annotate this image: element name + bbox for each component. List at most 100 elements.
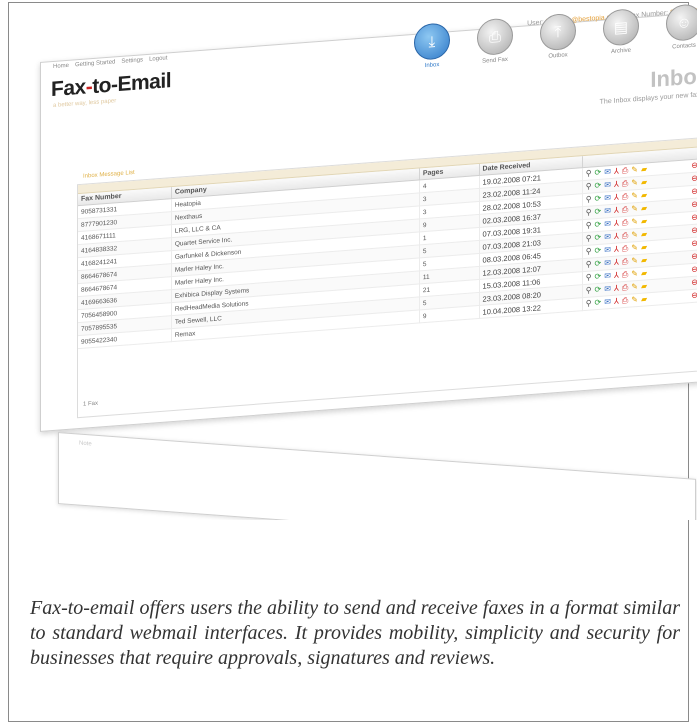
folder-icon[interactable]: ▰ bbox=[641, 190, 647, 200]
refresh-icon[interactable]: ⟳ bbox=[595, 272, 602, 283]
pdf-icon[interactable]: ⅄ bbox=[614, 296, 619, 306]
refresh-icon[interactable]: ⟳ bbox=[595, 168, 602, 179]
edit-icon[interactable]: ✎ bbox=[631, 282, 638, 293]
refresh-icon[interactable]: ⟳ bbox=[595, 233, 602, 244]
refresh-icon[interactable]: ⟳ bbox=[595, 246, 602, 257]
print-icon[interactable]: ⎙ bbox=[622, 296, 628, 306]
delete-icon[interactable]: ⊖ bbox=[691, 252, 697, 263]
refresh-icon[interactable]: ⟳ bbox=[595, 259, 602, 270]
delete-icon[interactable]: ⊖ bbox=[691, 187, 697, 198]
print-icon[interactable]: ⎙ bbox=[622, 231, 628, 241]
delete-icon[interactable]: ⊖ bbox=[691, 213, 697, 224]
view-icon[interactable]: ⚲ bbox=[586, 182, 592, 192]
toolbar-button-outbox[interactable]: ⤒ Outbox bbox=[533, 12, 583, 61]
pdf-icon[interactable]: ⅄ bbox=[614, 166, 619, 176]
folder-icon[interactable]: ▰ bbox=[641, 268, 647, 278]
nav-link[interactable]: Getting Started bbox=[75, 59, 115, 68]
delete-icon[interactable]: ⊖ bbox=[691, 278, 697, 289]
view-icon[interactable]: ⚲ bbox=[586, 195, 592, 205]
refresh-icon[interactable]: ⟳ bbox=[595, 220, 602, 231]
print-icon[interactable]: ⎙ bbox=[622, 270, 628, 280]
mail-icon[interactable]: ✉ bbox=[604, 219, 611, 230]
folder-icon[interactable]: ▰ bbox=[641, 294, 647, 304]
view-icon[interactable]: ⚲ bbox=[586, 208, 592, 218]
mail-icon[interactable]: ✉ bbox=[604, 258, 611, 269]
refresh-icon[interactable]: ⟳ bbox=[595, 298, 602, 309]
toolbar-button-archive[interactable]: ▤ Archive bbox=[596, 7, 646, 56]
delete-icon[interactable]: ⊖ bbox=[691, 291, 697, 302]
folder-icon[interactable]: ▰ bbox=[641, 255, 647, 265]
edit-icon[interactable]: ✎ bbox=[631, 295, 638, 306]
print-icon[interactable]: ⎙ bbox=[622, 244, 628, 254]
delete-icon[interactable]: ⊖ bbox=[691, 265, 697, 276]
pdf-icon[interactable]: ⅄ bbox=[614, 244, 619, 254]
folder-icon[interactable]: ▰ bbox=[641, 242, 647, 252]
mail-icon[interactable]: ✉ bbox=[604, 193, 611, 204]
mail-icon[interactable]: ✉ bbox=[604, 167, 611, 178]
mail-icon[interactable]: ✉ bbox=[604, 180, 611, 191]
delete-icon[interactable]: ⊖ bbox=[691, 239, 697, 250]
print-icon[interactable]: ⎙ bbox=[622, 192, 628, 202]
pdf-icon[interactable]: ⅄ bbox=[614, 270, 619, 280]
toolbar-button-label: Archive bbox=[610, 47, 631, 56]
toolbar-button-inbox[interactable]: ⤓ Inbox bbox=[407, 22, 457, 71]
view-icon[interactable]: ⚲ bbox=[586, 273, 592, 283]
print-icon[interactable]: ⎙ bbox=[622, 283, 628, 293]
pdf-icon[interactable]: ⅄ bbox=[614, 192, 619, 202]
pdf-icon[interactable]: ⅄ bbox=[614, 283, 619, 293]
view-icon[interactable]: ⚲ bbox=[586, 286, 592, 296]
edit-icon[interactable]: ✎ bbox=[631, 178, 638, 189]
view-icon[interactable]: ⚲ bbox=[586, 260, 592, 270]
view-icon[interactable]: ⚲ bbox=[586, 299, 592, 309]
refresh-icon[interactable]: ⟳ bbox=[595, 194, 602, 205]
delete-icon[interactable]: ⊖ bbox=[691, 174, 697, 185]
folder-icon[interactable]: ▰ bbox=[641, 281, 647, 291]
refresh-icon[interactable]: ⟳ bbox=[595, 285, 602, 296]
pdf-icon[interactable]: ⅄ bbox=[614, 231, 619, 241]
folder-icon[interactable]: ▰ bbox=[641, 164, 647, 174]
view-icon[interactable]: ⚲ bbox=[586, 234, 592, 244]
print-icon[interactable]: ⎙ bbox=[622, 179, 628, 189]
mail-icon[interactable]: ✉ bbox=[604, 206, 611, 217]
delete-icon[interactable]: ⊖ bbox=[691, 161, 697, 172]
mail-icon[interactable]: ✉ bbox=[604, 284, 611, 295]
edit-icon[interactable]: ✎ bbox=[631, 269, 638, 280]
secondary-panel-hint: Note bbox=[79, 440, 92, 448]
refresh-icon[interactable]: ⟳ bbox=[595, 207, 602, 218]
edit-icon[interactable]: ✎ bbox=[631, 217, 638, 228]
print-icon[interactable]: ⎙ bbox=[622, 205, 628, 215]
edit-icon[interactable]: ✎ bbox=[631, 243, 638, 254]
pdf-icon[interactable]: ⅄ bbox=[614, 257, 619, 267]
pdf-icon[interactable]: ⅄ bbox=[614, 218, 619, 228]
folder-icon[interactable]: ▰ bbox=[641, 229, 647, 239]
toolbar-button-send-fax[interactable]: ⎙ Send Fax bbox=[470, 17, 520, 66]
folder-icon[interactable]: ▰ bbox=[641, 177, 647, 187]
view-icon[interactable]: ⚲ bbox=[586, 221, 592, 231]
folder-icon[interactable]: ▰ bbox=[641, 203, 647, 213]
view-icon[interactable]: ⚲ bbox=[586, 169, 592, 179]
delete-icon[interactable]: ⊖ bbox=[691, 226, 697, 237]
mail-icon[interactable]: ✉ bbox=[604, 271, 611, 282]
edit-icon[interactable]: ✎ bbox=[631, 230, 638, 241]
pdf-icon[interactable]: ⅄ bbox=[614, 205, 619, 215]
view-icon[interactable]: ⚲ bbox=[586, 247, 592, 257]
edit-icon[interactable]: ✎ bbox=[631, 204, 638, 215]
print-icon[interactable]: ⎙ bbox=[622, 257, 628, 267]
edit-icon[interactable]: ✎ bbox=[631, 165, 638, 176]
nav-link[interactable]: Logout bbox=[149, 55, 167, 62]
print-icon[interactable]: ⎙ bbox=[622, 166, 628, 176]
mail-icon[interactable]: ✉ bbox=[604, 297, 611, 308]
nav-link[interactable]: Home bbox=[53, 63, 69, 70]
print-icon[interactable]: ⎙ bbox=[622, 218, 628, 228]
toolbar-button-label: Outbox bbox=[548, 52, 568, 60]
mail-icon[interactable]: ✉ bbox=[604, 232, 611, 243]
edit-icon[interactable]: ✎ bbox=[631, 256, 638, 267]
nav-link[interactable]: Settings bbox=[121, 57, 143, 65]
folder-icon[interactable]: ▰ bbox=[641, 216, 647, 226]
delete-icon[interactable]: ⊖ bbox=[691, 200, 697, 211]
refresh-icon[interactable]: ⟳ bbox=[595, 181, 602, 192]
mail-icon[interactable]: ✉ bbox=[604, 245, 611, 256]
edit-icon[interactable]: ✎ bbox=[631, 191, 638, 202]
toolbar-button-contacts[interactable]: ☺ Contacts bbox=[659, 3, 697, 52]
pdf-icon[interactable]: ⅄ bbox=[614, 179, 619, 189]
